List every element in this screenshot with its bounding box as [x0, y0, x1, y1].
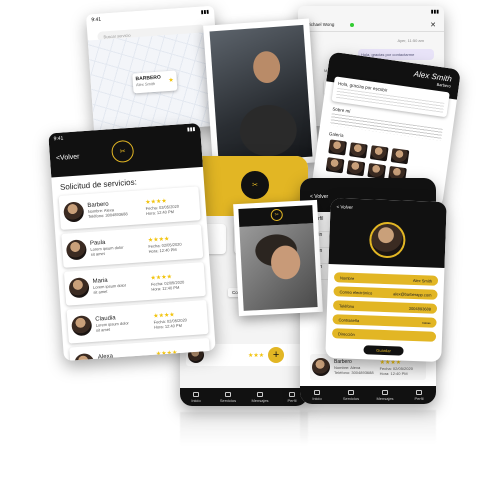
save-button[interactable]: Guardar [363, 345, 404, 356]
close-icon[interactable]: ✕ [430, 21, 436, 29]
form-header: < Volver [328, 198, 447, 269]
back-button[interactable]: <Volver [56, 153, 80, 162]
gallery-photo[interactable] [328, 139, 347, 156]
gallery-photo[interactable] [325, 157, 345, 174]
avatar [73, 352, 96, 362]
avatar [312, 358, 330, 376]
nav-home[interactable]: Inicio [305, 389, 329, 401]
avatar [63, 201, 85, 223]
form-fields: Nombre Alex Smith Correo electrónico alex@… [325, 264, 444, 361]
reflection-left [180, 412, 308, 446]
requests-screen: 9:41 ▮▮▮ <Volver ✂ Solicitud de servicio… [48, 122, 216, 362]
nav-messages[interactable]: Mensajes [373, 389, 397, 401]
gallery-photo[interactable] [346, 160, 366, 177]
form-screen: < Volver Nombre Alex Smith Correo electró… [325, 198, 447, 362]
battery-icon: ▮▮▮ [186, 126, 196, 133]
nav-profile[interactable]: Perfil [407, 389, 431, 401]
form-field-phone[interactable]: Teléfono 3004893688 [332, 300, 438, 314]
request-list: Barbero Nombre: Alexa Teléfono: 30048936… [53, 186, 216, 362]
mustache-icon: ✂ [119, 148, 126, 156]
request-row[interactable]: Maria Lorem ipsum dolor sit amet ★★★★ Fe… [63, 262, 206, 306]
status-bar: ▮▮▮ [430, 9, 439, 15]
gallery-photo[interactable] [390, 148, 410, 165]
reflection-right [300, 410, 436, 444]
add-button[interactable]: + [268, 347, 285, 363]
nav-services[interactable]: Servicios [216, 391, 240, 403]
chat-time: Ayer, 11:50 am [397, 38, 424, 43]
mustache-icon: ✂ [252, 182, 258, 189]
back-button[interactable]: < Volver [330, 198, 447, 219]
profile-avatar[interactable] [368, 221, 407, 259]
form-field-password[interactable]: Contraseña •••••• [332, 314, 437, 328]
battery-icon: ▮▮▮ [200, 9, 210, 16]
online-dot-icon [350, 22, 355, 27]
nav-messages[interactable]: Mensajes [248, 391, 272, 403]
form-field-name[interactable]: Nombre Alex Smith [333, 272, 439, 286]
gallery-photo[interactable] [349, 142, 368, 159]
home-icon [314, 389, 320, 395]
haircut-photo-card: ✂ [233, 199, 323, 317]
home-icon [193, 391, 199, 397]
request-row[interactable]: Paula Lorem ipsum dolor sit amet ★★★★ Fe… [61, 224, 204, 268]
chat-header: Michael Wong ✕ [298, 18, 444, 32]
grid-icon [225, 391, 231, 397]
gallery-photo[interactable] [369, 145, 389, 162]
request-name: Alexa [97, 353, 114, 361]
avatar [68, 277, 90, 299]
gallery-photo[interactable] [367, 162, 387, 180]
nav-services[interactable]: Servicios [339, 389, 363, 401]
grid-icon [348, 389, 354, 395]
brand-logo: ✂ [240, 170, 270, 200]
chat-contact-name: Michael Wong [306, 22, 335, 27]
status-time: 9:41 [53, 135, 64, 143]
user-icon [416, 389, 422, 395]
haircut-photo [239, 223, 318, 311]
avatar [71, 315, 93, 337]
brand-logo: ✂ [110, 139, 135, 164]
nav-home[interactable]: Inicio [184, 391, 208, 403]
marker-star-icon: ★ [168, 77, 175, 85]
barber-photo-card [203, 18, 319, 170]
chat-icon [257, 391, 263, 397]
form-field-address[interactable]: Dirección [331, 328, 437, 342]
user-icon [289, 391, 295, 397]
brand-logo: ✂ [270, 208, 284, 222]
requests-header: 9:41 ▮▮▮ <Volver ✂ [48, 122, 203, 178]
bottom-nav: Inicio Servicios Mensajes Perfil [300, 386, 436, 404]
status-time: 9:41 [91, 16, 102, 24]
map-marker-card[interactable]: BARBERO Alex Smith ★ [132, 70, 178, 94]
form-field-email[interactable]: Correo electrónico alex@barberapp.com [333, 286, 438, 300]
request-row[interactable]: Claudia Lorem ipsum dolor sit amet ★★★★ … [66, 299, 209, 344]
request-row[interactable]: Barbero Nombre: Alexa Teléfono: 30048936… [58, 186, 201, 230]
avatar [65, 239, 88, 261]
rating-stars: ★★★ [248, 352, 265, 359]
barber-photo [209, 24, 313, 164]
chat-icon [382, 389, 388, 395]
map-screen: 9:41 ▮▮▮ Buscar servicio BARBERO Alex Sm… [85, 5, 223, 135]
bottom-nav: Inicio Servicios Mensajes Perfil [180, 388, 308, 406]
status-bar: 9:41 ▮▮▮ [85, 5, 215, 27]
